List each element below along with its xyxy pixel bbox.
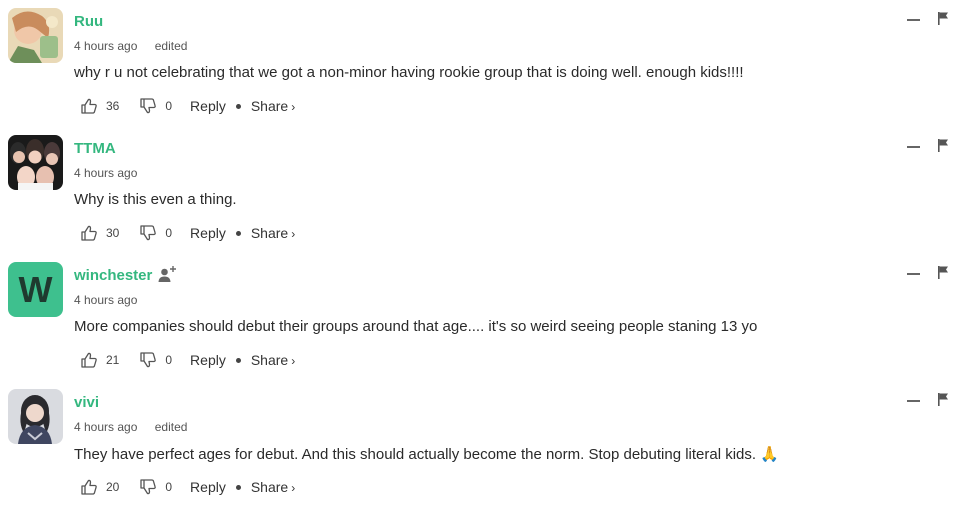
share-label: Share [250,98,289,114]
flag-icon[interactable] [937,393,949,406]
comment-text: Why is this even a thing. [74,191,237,208]
like-button[interactable]: 36 [80,97,119,115]
comment-item: TTMA 4 hours ago Why is this even a thin… [0,127,960,254]
collapse-icon [907,400,920,402]
dislike-count: 0 [165,353,173,367]
thumbs-down-icon [140,352,157,368]
comment-item: vivi 4 hours ago edited They have perfec… [0,381,960,508]
chevron-right-icon: › [291,481,296,495]
author-name[interactable]: vivi [74,394,99,411]
comment-text: More companies should debut their groups… [74,318,758,335]
like-count: 21 [106,353,120,367]
timestamp[interactable]: 4 hours ago [74,166,137,180]
follow-user-icon[interactable] [158,265,178,283]
thumbs-up-icon [81,98,97,114]
chevron-right-icon: › [291,354,296,368]
comment-actions: 30 0 Reply Share › [80,223,295,243]
collapse-icon [907,19,920,21]
edited-label: edited [154,420,188,434]
separator-dot [235,230,241,236]
comment-meta: 4 hours ago [74,293,137,307]
avatar[interactable]: W [8,262,63,317]
flag-icon[interactable] [937,12,949,25]
separator-dot [235,357,241,363]
timestamp[interactable]: 4 hours ago [74,293,137,307]
author-name[interactable]: Ruu [74,13,103,30]
avatar[interactable] [8,389,63,444]
share-label: Share [250,352,289,368]
like-count: 20 [106,480,120,494]
like-button[interactable]: 21 [80,351,119,369]
like-count: 30 [106,226,120,240]
like-button[interactable]: 20 [80,478,119,496]
share-label: Share [250,479,289,495]
share-button[interactable]: Share › [251,98,295,114]
flag-icon[interactable] [937,266,949,279]
avatar[interactable] [8,135,63,190]
chevron-right-icon: › [291,100,296,114]
reply-button[interactable]: Reply [190,98,226,114]
share-button[interactable]: Share › [251,479,295,495]
dislike-count: 0 [165,99,173,113]
comment-text: They have perfect ages for debut. And th… [74,446,779,463]
comment-actions: 21 0 Reply Share › [80,350,295,370]
comment-actions: 20 0 Reply Share › [80,477,295,497]
like-count: 36 [106,99,120,113]
thumbs-down-icon [140,479,157,495]
thumbs-down-icon [140,98,157,114]
author-name[interactable]: winchester [74,267,152,284]
thumbs-up-icon [81,352,97,368]
comment-item: Ruu 4 hours ago edited why r u not celeb… [0,0,960,127]
like-button[interactable]: 30 [80,224,119,242]
timestamp[interactable]: 4 hours ago [74,420,137,434]
avatar-letter: W [18,268,53,310]
separator-dot [235,484,241,490]
dislike-count: 0 [165,226,173,240]
timestamp[interactable]: 4 hours ago [74,39,137,53]
comment-actions: 36 0 Reply Share › [80,96,295,116]
thumbs-up-icon [81,225,97,241]
thumbs-down-icon [140,225,157,241]
comment-meta: 4 hours ago edited [74,420,187,434]
reply-button[interactable]: Reply [190,225,226,241]
share-button[interactable]: Share › [251,225,295,241]
dislike-button[interactable]: 0 [139,478,172,496]
flag-icon[interactable] [937,139,949,152]
comment-item: W winchester 4 hours ago More companies … [0,254,960,381]
chevron-right-icon: › [291,227,296,241]
share-button[interactable]: Share › [251,352,295,368]
dislike-button[interactable]: 0 [139,351,172,369]
thumbs-up-icon [81,479,97,495]
reply-button[interactable]: Reply [190,479,226,495]
edited-label: edited [154,39,188,53]
collapse-icon [907,146,920,148]
dislike-button[interactable]: 0 [139,97,172,115]
dislike-button[interactable]: 0 [139,224,172,242]
comment-meta: 4 hours ago edited [74,39,187,53]
collapse-icon [907,273,920,275]
avatar[interactable] [8,8,63,63]
comment-text: why r u not celebrating that we got a no… [74,64,744,81]
dislike-count: 0 [165,480,173,494]
comment-meta: 4 hours ago [74,166,137,180]
share-label: Share [250,225,289,241]
reply-button[interactable]: Reply [190,352,226,368]
separator-dot [235,103,241,109]
author-name[interactable]: TTMA [74,140,116,157]
